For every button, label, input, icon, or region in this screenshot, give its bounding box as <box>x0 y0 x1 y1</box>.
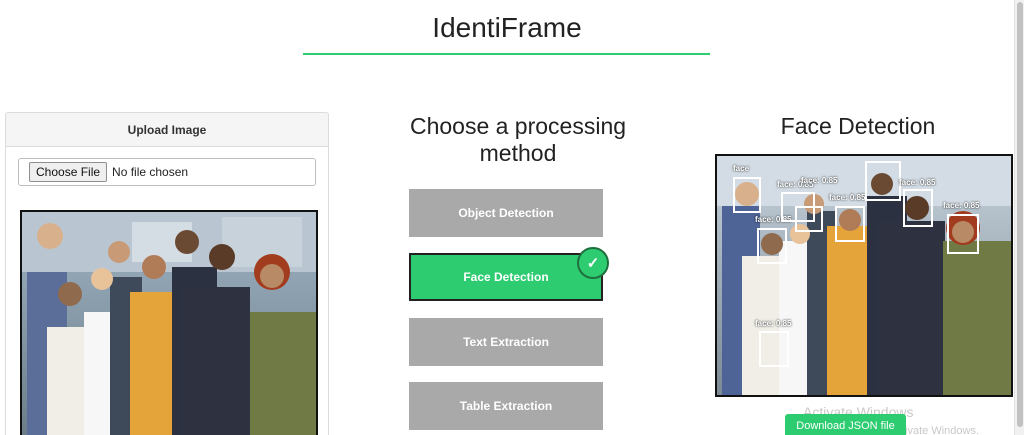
face-box <box>757 228 787 264</box>
face-box <box>903 189 933 227</box>
face-detection-label: Face Detection <box>463 270 549 284</box>
face-box <box>865 161 901 201</box>
face-label: face: 0.85 <box>829 193 866 202</box>
upload-card: Upload Image Choose File No file chosen <box>5 112 329 435</box>
face-label: face: 0.85 <box>899 178 936 187</box>
result-title: Face Detection <box>780 113 936 139</box>
face-label: face <box>733 164 750 173</box>
text-extraction-label: Text Extraction <box>463 335 549 349</box>
object-detection-label: Object Detection <box>458 206 554 220</box>
face-box <box>733 177 761 213</box>
choose-file-button[interactable]: Choose File <box>29 162 108 182</box>
face-label: face: 0.85 <box>943 201 980 210</box>
methods-title: Choose a processing method <box>409 113 627 166</box>
object-detection-button[interactable]: Object Detection <box>409 189 603 237</box>
page-scrollbar[interactable] <box>1014 0 1024 435</box>
face-label: face: 0.85 <box>801 176 838 185</box>
title-underline <box>303 53 710 55</box>
face-detection-result-image: face face: 0.85 face: 0.85 face: 0.85 fa… <box>715 154 1013 397</box>
upload-header: Upload Image <box>6 113 328 147</box>
uploaded-image-preview <box>20 210 318 435</box>
app-title: IdentiFrame <box>432 12 582 43</box>
face-box <box>795 206 823 232</box>
download-json-button[interactable]: Download JSON file <box>785 414 906 435</box>
face-detection-button[interactable]: Face Detection ✓ <box>409 247 609 301</box>
group-photo <box>22 212 316 435</box>
face-box <box>759 331 789 367</box>
text-extraction-button[interactable]: Text Extraction <box>409 318 603 366</box>
face-box <box>835 206 865 242</box>
table-extraction-label: Table Extraction <box>459 399 553 413</box>
file-input[interactable]: Choose File No file chosen <box>18 158 316 186</box>
file-status: No file chosen <box>112 165 189 179</box>
os-watermark-sub: tivate Windows. <box>902 425 980 435</box>
table-extraction-button[interactable]: Table Extraction <box>409 382 603 430</box>
face-label: face: 0.85 <box>755 319 792 328</box>
scroll-thumb[interactable] <box>1017 2 1023 427</box>
face-box <box>947 214 979 254</box>
check-icon: ✓ <box>577 247 609 279</box>
